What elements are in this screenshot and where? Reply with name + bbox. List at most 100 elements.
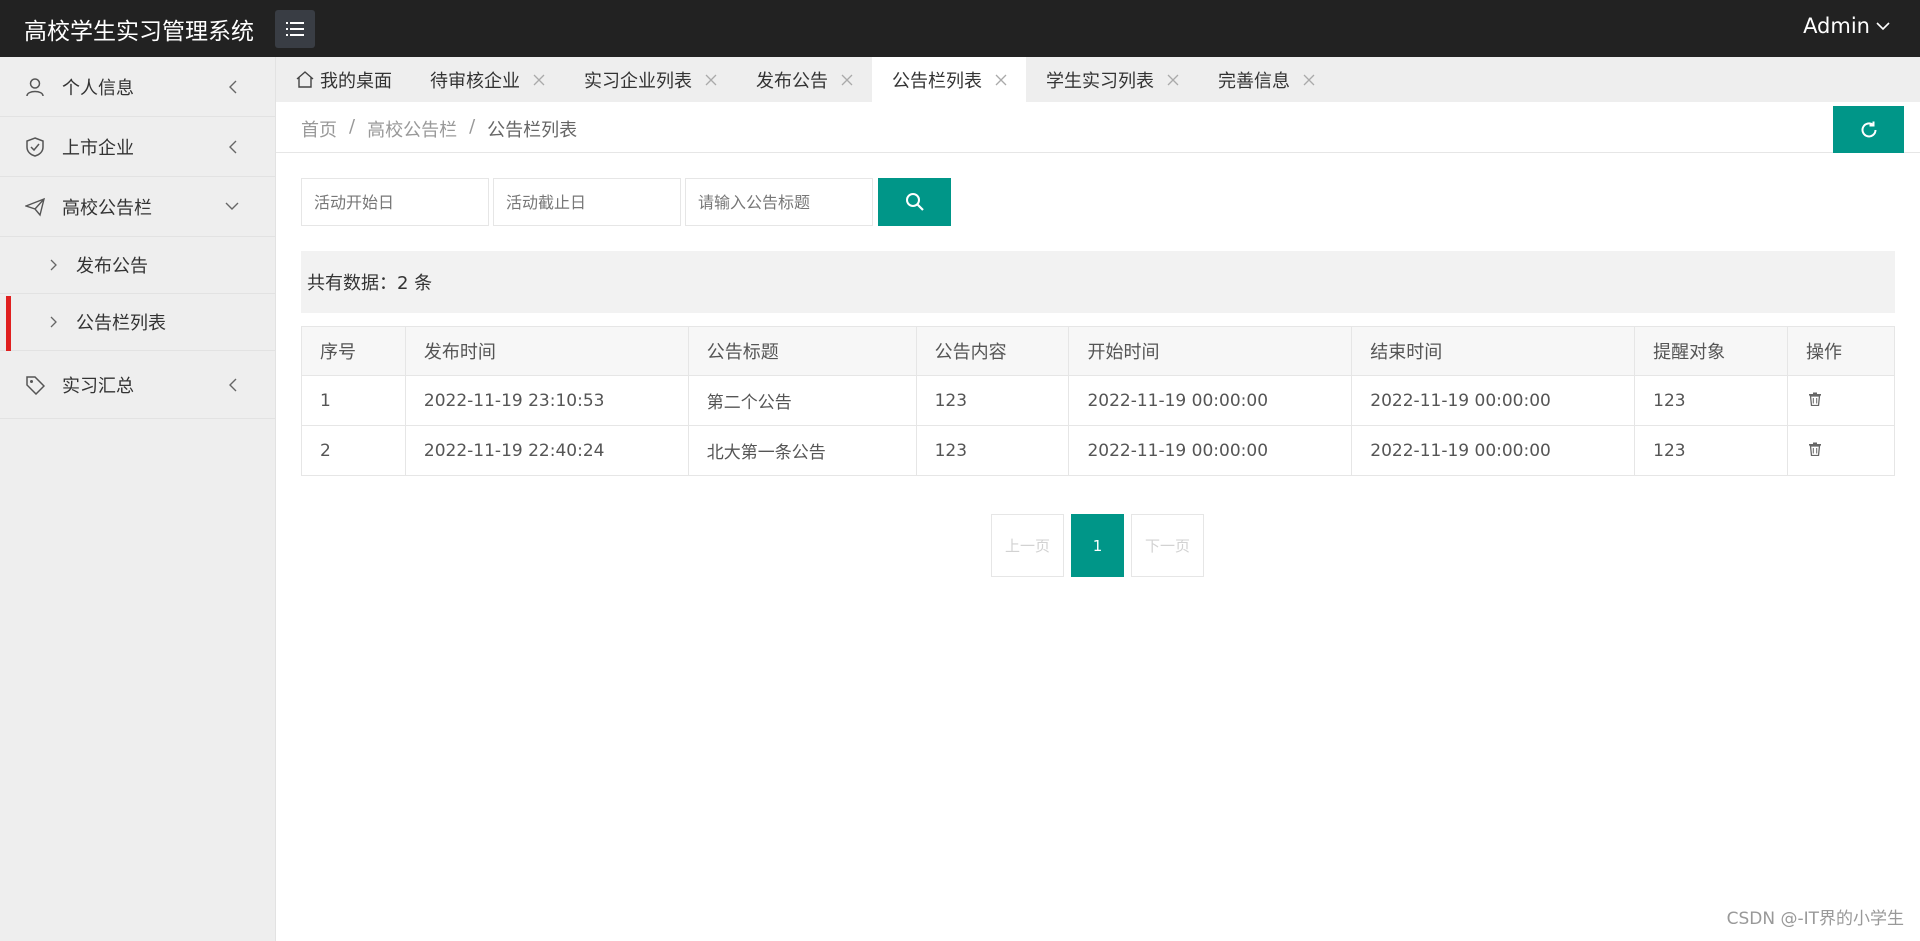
breadcrumb-separator: / (349, 116, 356, 137)
cell-title: 第二个公告 (687, 375, 917, 426)
column-header: 序号 (301, 326, 406, 376)
search-button[interactable] (878, 178, 951, 226)
tab-label: 完善信息 (1218, 70, 1290, 92)
refresh-button[interactable] (1833, 106, 1904, 153)
table-row: 2 2022-11-19 22:40:24 北大第一条公告 123 2022-1… (301, 425, 1895, 476)
sidebar-subitem-label: 发布公告 (76, 256, 148, 277)
cell-start-time: 2022-11-19 00:00:00 (1068, 375, 1353, 426)
pagination: 上一页 1 下一页 (991, 514, 1204, 577)
tab-student-internships[interactable]: 学生实习列表 (1026, 57, 1198, 102)
sidebar-subitem-bulletin-list[interactable]: 公告栏列表 (0, 294, 275, 351)
table-header-row: 序号 发布时间 公告标题 公告内容 开始时间 结束时间 提醒对象 操作 (301, 326, 1895, 376)
tab-label: 实习企业列表 (584, 70, 692, 92)
table-row: 1 2022-11-19 23:10:53 第二个公告 123 2022-11-… (301, 375, 1895, 426)
breadcrumb: 首页 / 高校公告栏 / 公告栏列表 (301, 116, 577, 142)
cell-start-time: 2022-11-19 00:00:00 (1068, 425, 1353, 476)
sidebar-subitem-publish[interactable]: 发布公告 (0, 237, 275, 294)
sidebar-item-companies[interactable]: 上市企业 (0, 117, 275, 177)
cell-content: 123 (915, 375, 1070, 426)
user-name: Admin (1803, 14, 1870, 38)
home-icon (296, 71, 314, 88)
column-header: 公告内容 (915, 326, 1070, 376)
close-icon[interactable] (840, 73, 854, 87)
cell-end-time: 2022-11-19 00:00:00 (1351, 375, 1636, 426)
send-icon (24, 196, 46, 218)
tab-desktop[interactable]: 我的桌面 (276, 57, 410, 102)
column-header: 结束时间 (1351, 326, 1636, 376)
column-header: 操作 (1787, 326, 1895, 376)
tab-complete-info[interactable]: 完善信息 (1198, 57, 1334, 102)
close-icon[interactable] (994, 73, 1008, 87)
page-number-current[interactable]: 1 (1071, 514, 1124, 577)
search-form (301, 178, 951, 226)
watermark: CSDN @-IT界的小学生 (1726, 909, 1904, 929)
column-header: 发布时间 (404, 326, 689, 376)
chevron-down-icon (225, 200, 239, 214)
total-count-bar: 共有数据：2 条 (301, 251, 1895, 313)
tab-publish-notice[interactable]: 发布公告 (736, 57, 872, 102)
tab-intern-companies[interactable]: 实习企业列表 (564, 57, 736, 102)
tab-label: 待审核企业 (430, 70, 520, 92)
shield-icon (24, 136, 46, 158)
tab-label: 公告栏列表 (892, 70, 982, 92)
chevron-down-icon (1876, 22, 1890, 31)
sidebar-item-label: 个人信息 (62, 77, 134, 99)
cell-actions (1787, 375, 1895, 426)
tab-label: 发布公告 (756, 70, 828, 92)
tab-pending-companies[interactable]: 待审核企业 (410, 57, 564, 102)
chevron-right-icon (50, 316, 64, 328)
next-page-button[interactable]: 下一页 (1131, 514, 1204, 577)
menu-icon (286, 22, 304, 36)
sidebar-item-profile[interactable]: 个人信息 (0, 57, 275, 117)
tab-label: 学生实习列表 (1046, 70, 1154, 92)
sidebar-item-label: 上市企业 (62, 137, 134, 159)
user-menu[interactable]: Admin (1803, 14, 1890, 38)
column-header: 提醒对象 (1634, 326, 1789, 376)
menu-toggle-button[interactable] (275, 10, 315, 48)
column-header: 开始时间 (1068, 326, 1353, 376)
cell-title: 北大第一条公告 (687, 425, 917, 476)
breadcrumb-row: 首页 / 高校公告栏 / 公告栏列表 (276, 102, 1920, 153)
sidebar-item-bulletin[interactable]: 高校公告栏 (0, 177, 275, 237)
start-date-input[interactable] (301, 178, 489, 226)
sidebar-item-summary[interactable]: 实习汇总 (0, 351, 275, 419)
cell-index: 2 (301, 425, 406, 476)
cell-actions (1787, 425, 1895, 476)
cell-content: 123 (915, 425, 1070, 476)
top-header: 高校学生实习管理系统 Admin (0, 0, 1920, 57)
trash-icon[interactable] (1808, 441, 1822, 461)
refresh-icon (1861, 121, 1876, 137)
cell-published-at: 2022-11-19 23:10:53 (404, 375, 689, 426)
app-title: 高校学生实习管理系统 (24, 19, 254, 45)
cell-remind-target: 123 (1634, 425, 1789, 476)
cell-index: 1 (301, 375, 406, 426)
sidebar: 个人信息 上市企业 高校公告栏 发布公告 公告栏列表 实习汇总 (0, 57, 276, 941)
breadcrumb-section[interactable]: 高校公告栏 (367, 116, 457, 142)
close-icon[interactable] (532, 73, 546, 87)
bulletin-table: 序号 发布时间 公告标题 公告内容 开始时间 结束时间 提醒对象 操作 1 20… (301, 326, 1895, 476)
end-date-input[interactable] (493, 178, 681, 226)
tag-icon (24, 374, 46, 396)
cell-end-time: 2022-11-19 00:00:00 (1351, 425, 1636, 476)
breadcrumb-current: 公告栏列表 (487, 120, 578, 141)
cell-published-at: 2022-11-19 22:40:24 (404, 425, 689, 476)
prev-page-button[interactable]: 上一页 (991, 514, 1064, 577)
breadcrumb-home[interactable]: 首页 (301, 116, 337, 142)
close-icon[interactable] (1302, 73, 1316, 87)
chevron-left-icon (225, 80, 239, 94)
sidebar-subitem-label: 公告栏列表 (76, 313, 166, 334)
sidebar-item-label: 实习汇总 (62, 375, 134, 397)
tab-label: 我的桌面 (320, 70, 392, 92)
total-count-text: 共有数据：2 条 (307, 273, 433, 294)
close-icon[interactable] (704, 73, 718, 87)
tab-bar: 我的桌面 待审核企业 实习企业列表 发布公告 公告栏列表 学生实习列表 完善信息 (276, 57, 1920, 102)
chevron-left-icon (225, 378, 239, 392)
search-icon (905, 193, 924, 211)
close-icon[interactable] (1166, 73, 1180, 87)
title-search-input[interactable] (685, 178, 873, 226)
tab-bulletin-list[interactable]: 公告栏列表 (872, 57, 1026, 102)
chevron-right-icon (50, 259, 64, 271)
trash-icon[interactable] (1808, 391, 1822, 411)
sidebar-item-label: 高校公告栏 (62, 197, 152, 219)
chevron-left-icon (225, 140, 239, 154)
